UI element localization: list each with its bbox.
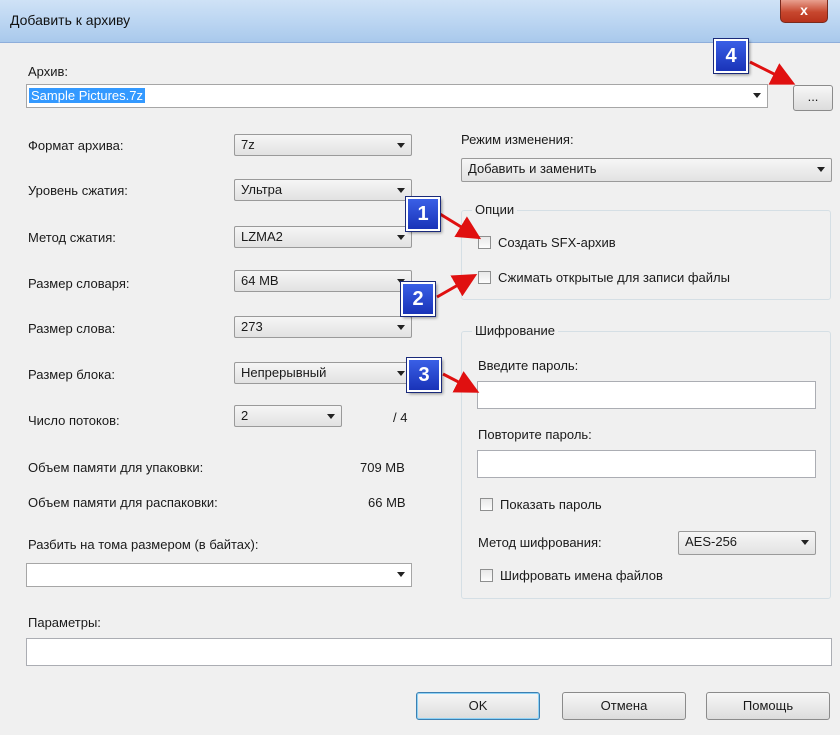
level-label: Уровень сжатия: [28,183,128,198]
chevron-down-icon [397,235,405,240]
format-select[interactable]: 7z [234,134,412,156]
mode-value: Добавить и заменить [468,161,597,176]
sfx-checkbox[interactable] [478,236,491,249]
chevron-down-icon [397,371,405,376]
ok-button[interactable]: OK [416,692,540,720]
compress-open-label: Сжимать открытые для записи файлы [498,270,730,285]
chevron-down-icon [801,540,809,545]
split-label: Разбить на тома размером (в байтах): [28,537,259,552]
options-group: Опции [461,202,831,300]
archive-path-combo[interactable]: Sample Pictures.7z [26,84,768,108]
chevron-down-icon [397,572,405,577]
encrypt-names-label: Шифровать имена файлов [500,568,663,583]
word-select[interactable]: 273 [234,316,412,338]
method-label: Метод сжатия: [28,230,116,245]
show-password-checkbox[interactable] [480,498,493,511]
threads-select[interactable]: 2 [234,405,342,427]
level-value: Ультра [241,182,283,197]
enc-method-value: AES-256 [685,534,738,549]
repeat-password-input[interactable] [477,450,816,478]
chevron-down-icon [753,93,761,98]
word-value: 273 [241,319,263,334]
mem-pack-label: Объем памяти для упаковки: [28,460,204,475]
chevron-down-icon [397,188,405,193]
threads-label: Число потоков: [28,413,120,428]
split-combo[interactable] [26,563,412,587]
add-to-archive-dialog: Добавить к архиву x Архив: Sample Pictur… [0,0,840,735]
encryption-title: Шифрование [472,323,558,338]
block-value: Непрерывный [241,365,327,380]
block-label: Размер блока: [28,367,115,382]
mem-unpack-value: 66 MB [368,495,406,510]
password-label: Введите пароль: [478,358,579,373]
method-value: LZMA2 [241,229,283,244]
options-title: Опции [472,202,518,217]
browse-button[interactable]: ... [793,85,833,111]
callout-3: 3 [407,358,441,392]
archive-label: Архив: [28,64,69,79]
params-input[interactable] [26,638,832,666]
word-label: Размер слова: [28,321,116,336]
close-icon: x [800,2,808,18]
show-password-label: Показать пароль [500,497,602,512]
title-bar: Добавить к архиву x [0,0,840,43]
archive-path-value: Sample Pictures.7z [29,88,145,103]
threads-value: 2 [241,408,249,423]
dict-value: 64 MB [241,273,279,288]
level-select[interactable]: Ультра [234,179,412,201]
format-value: 7z [241,137,255,152]
chevron-down-icon [327,414,335,419]
help-button[interactable]: Помощь [706,692,830,720]
chevron-down-icon [397,143,405,148]
sfx-label: Создать SFX-архив [498,235,616,250]
threads-max: / 4 [393,410,408,425]
mode-label: Режим изменения: [461,132,574,147]
chevron-down-icon [817,167,825,172]
callout-4: 4 [714,39,748,73]
mode-select[interactable]: Добавить и заменить [461,158,832,182]
callout-2: 2 [401,282,435,316]
callout-1: 1 [406,197,440,231]
enc-method-label: Метод шифрования: [478,535,602,550]
encrypt-names-checkbox[interactable] [480,569,493,582]
mem-pack-value: 709 MB [360,460,405,475]
dict-select[interactable]: 64 MB [234,270,412,292]
format-label: Формат архива: [28,138,124,153]
cancel-button[interactable]: Отмена [562,692,686,720]
dict-label: Размер словаря: [28,276,130,291]
params-label: Параметры: [28,615,101,630]
compress-open-checkbox[interactable] [478,271,491,284]
chevron-down-icon [397,325,405,330]
close-button[interactable]: x [780,0,828,23]
enc-method-select[interactable]: AES-256 [678,531,816,555]
method-select[interactable]: LZMA2 [234,226,412,248]
repeat-password-label: Повторите пароль: [478,427,592,442]
password-input[interactable] [477,381,816,409]
mem-unpack-label: Объем памяти для распаковки: [28,495,218,510]
window-title: Добавить к архиву [10,12,131,28]
block-select[interactable]: Непрерывный [234,362,412,384]
callout-arrow-4 [749,60,796,85]
